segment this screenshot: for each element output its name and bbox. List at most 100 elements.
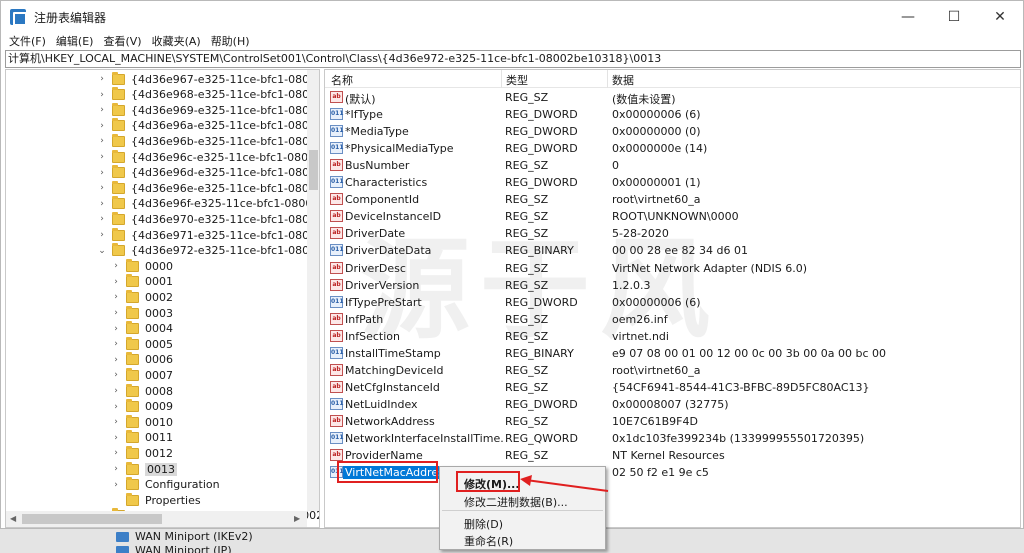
tree-item[interactable]: › 0005 [110,336,173,352]
chevron-right-icon[interactable]: › [110,417,122,427]
tree-item[interactable]: › 0001 [110,274,173,290]
chevron-right-icon[interactable]: › [96,136,108,146]
column-header-type[interactable]: 类型 [506,72,528,88]
chevron-right-icon[interactable]: › [110,480,122,490]
tree-item[interactable]: › 0012 [110,445,173,461]
tree-item[interactable]: › 0002 [110,289,173,305]
column-divider[interactable] [607,70,608,88]
registry-value-row[interactable]: ab ComponentId REG_SZ root\virtnet60_a [325,191,1020,208]
tree-item[interactable]: › {4d36e96a-e325-11ce-bfc1-08002 [96,118,319,134]
chevron-right-icon[interactable]: › [96,230,108,240]
tree-item[interactable]: › 0004 [110,321,173,337]
address-bar[interactable]: 计算机\HKEY_LOCAL_MACHINE\SYSTEM\ControlSet… [5,50,1021,68]
column-header-name[interactable]: 名称 [331,72,353,88]
menu-edit[interactable]: 编辑(E) [56,33,94,49]
chevron-right-icon[interactable]: › [110,433,122,443]
chevron-right-icon[interactable]: › [110,261,122,271]
registry-value-row[interactable]: 011 Characteristics REG_DWORD 0x00000001 (1… [325,174,1020,191]
chevron-right-icon[interactable]: › [96,168,108,178]
tree-item[interactable]: › {4d36e967-e325-11ce-bfc1-08002 [96,71,319,87]
chevron-right-icon[interactable]: › [96,90,108,100]
registry-value-row[interactable]: 011 NetLuidIndex REG_DWORD 0x00008007 (3277… [325,396,1020,413]
tree-item[interactable]: › 0003 [110,305,173,321]
menu-view[interactable]: 查看(V) [103,33,141,49]
tree-item[interactable]: › 0009 [110,399,173,415]
title-bar[interactable]: 注册表编辑器 — ☐ ✕ [1,1,1023,33]
registry-value-row[interactable]: ab DriverVersion REG_SZ 1.2.0.3 [325,277,1020,294]
chevron-right-icon[interactable]: › [96,74,108,84]
tree-item[interactable]: › {4d36e96b-e325-11ce-bfc1-08002 [96,133,319,149]
tree-item[interactable]: ⌄ {4d36e972-e325-11ce-bfc1-08002 [96,243,319,259]
registry-value-row[interactable]: ab NetCfgInstanceId REG_SZ {54CF6941-8544-4… [325,379,1020,396]
chevron-right-icon[interactable]: › [96,214,108,224]
tree-item[interactable]: › 0011 [110,430,173,446]
chevron-right-icon[interactable]: › [110,339,122,349]
registry-value-row[interactable]: 011 *IfType REG_DWORD 0x00000006 (6) [325,106,1020,123]
tree-item[interactable]: › 0007 [110,367,173,383]
tree-item[interactable]: › 0010 [110,414,173,430]
chevron-right-icon[interactable]: › [110,464,122,474]
tree-item[interactable]: › Configuration [110,477,220,493]
tree-item[interactable]: › {4d36e971-e325-11ce-bfc1-08002 [96,227,319,243]
tree-item[interactable]: › {4d36e96d-e325-11ce-bfc1-08002 [96,165,319,181]
registry-value-row[interactable]: 011 InstallTimeStamp REG_BINARY e9 07 08 00… [325,345,1020,362]
tree-vertical-scrollbar[interactable] [307,70,319,511]
tree-item[interactable]: › {4d36e96f-e325-11ce-bfc1-08002b [96,196,319,212]
tree-item[interactable]: › {4d36e970-e325-11ce-bfc1-08002 [96,211,319,227]
chevron-right-icon[interactable]: › [96,121,108,131]
chevron-right-icon[interactable]: › [110,277,122,287]
tree-vertical-scroll-thumb[interactable] [309,150,318,190]
registry-value-row[interactable]: ab BusNumber REG_SZ 0 [325,157,1020,174]
context-menu-rename[interactable]: 重命名(R) [464,533,513,549]
tree-item[interactable]: › {4d36e96c-e325-11ce-bfc1-08002 [96,149,319,165]
chevron-right-icon[interactable]: › [96,183,108,193]
context-menu-modify-binary[interactable]: 修改二进制数据(B)... [464,494,568,510]
key-tree-pane[interactable]: › {4d36e967-e325-11ce-bfc1-08002 › {4d36e96… [5,69,320,528]
maximize-button[interactable]: ☐ [931,1,977,33]
scroll-right-arrow-icon[interactable]: ▶ [294,514,300,523]
chevron-right-icon[interactable]: › [110,292,122,302]
menu-file[interactable]: 文件(F) [9,33,46,49]
chevron-right-icon[interactable]: › [110,386,122,396]
chevron-right-icon[interactable]: › [110,370,122,380]
registry-value-row[interactable]: ab DriverDate REG_SZ 5-28-2020 [325,225,1020,242]
tree-item[interactable]: › 0008 [110,383,173,399]
registry-value-row[interactable]: ab MatchingDeviceId REG_SZ root\virtnet60_a [325,362,1020,379]
tree-item[interactable]: › {4d36e96e-e325-11ce-bfc1-08002 [96,180,319,196]
close-button[interactable]: ✕ [977,1,1023,33]
registry-value-row[interactable]: ab InfPath REG_SZ oem26.inf [325,311,1020,328]
chevron-right-icon[interactable]: › [110,402,122,412]
registry-value-row[interactable]: 011 DriverDateData REG_BINARY 00 00 28 ee 8… [325,242,1020,259]
registry-value-row[interactable]: 011 *PhysicalMediaType REG_DWORD 0x0000000e… [325,140,1020,157]
chevron-right-icon[interactable]: › [96,199,108,209]
chevron-right-icon[interactable]: › [110,324,122,334]
registry-value-row[interactable]: ab DeviceInstanceID REG_SZ ROOT\UNKNOWN\000… [325,208,1020,225]
column-header-data[interactable]: 数据 [612,72,634,88]
chevron-right-icon[interactable]: › [96,152,108,162]
context-menu-delete[interactable]: 删除(D) [464,516,503,532]
minimize-button[interactable]: — [885,1,931,33]
menu-favorites[interactable]: 收藏夹(A) [152,33,201,49]
chevron-right-icon[interactable]: › [96,105,108,115]
registry-value-row[interactable]: ab DriverDesc REG_SZ VirtNet Network Adapte… [325,260,1020,277]
registry-value-row[interactable]: 011 IfTypePreStart REG_DWORD 0x00000006 (6) [325,294,1020,311]
tree-item[interactable]: › 0013 [110,461,177,477]
tree-item[interactable]: Properties [110,492,201,508]
tree-item[interactable]: › {4d36e969-e325-11ce-bfc1-08002 [96,102,319,118]
tree-item[interactable]: › 0006 [110,352,173,368]
registry-value-row[interactable]: 011 *MediaType REG_DWORD 0x00000000 (0) [325,123,1020,140]
chevron-right-icon[interactable]: › [110,308,122,318]
tree-item[interactable]: › {4d36e968-e325-11ce-bfc1-08002 [96,87,319,103]
chevron-down-icon[interactable]: ⌄ [96,246,108,256]
tree-item[interactable]: › 0000 [110,258,173,274]
menu-help[interactable]: 帮助(H) [211,33,250,49]
tree-horizontal-scroll-thumb[interactable] [22,514,162,524]
registry-value-row[interactable]: ab InfSection REG_SZ virtnet.ndi [325,328,1020,345]
tree-horizontal-scrollbar[interactable]: ◀ ▶ [6,511,307,527]
values-list-pane[interactable]: 名称 类型 数据 ab (默认) REG_SZ (数值未设置) 011 *IfType RE… [324,69,1021,528]
chevron-right-icon[interactable]: › [110,448,122,458]
scroll-left-arrow-icon[interactable]: ◀ [10,514,16,523]
registry-value-row[interactable]: ab NetworkAddress REG_SZ 10E7C61B9F4D [325,413,1020,430]
chevron-right-icon[interactable]: › [110,355,122,365]
registry-value-row[interactable]: 011 NetworkInterfaceInstallTime... REG_QWO… [325,430,1020,447]
